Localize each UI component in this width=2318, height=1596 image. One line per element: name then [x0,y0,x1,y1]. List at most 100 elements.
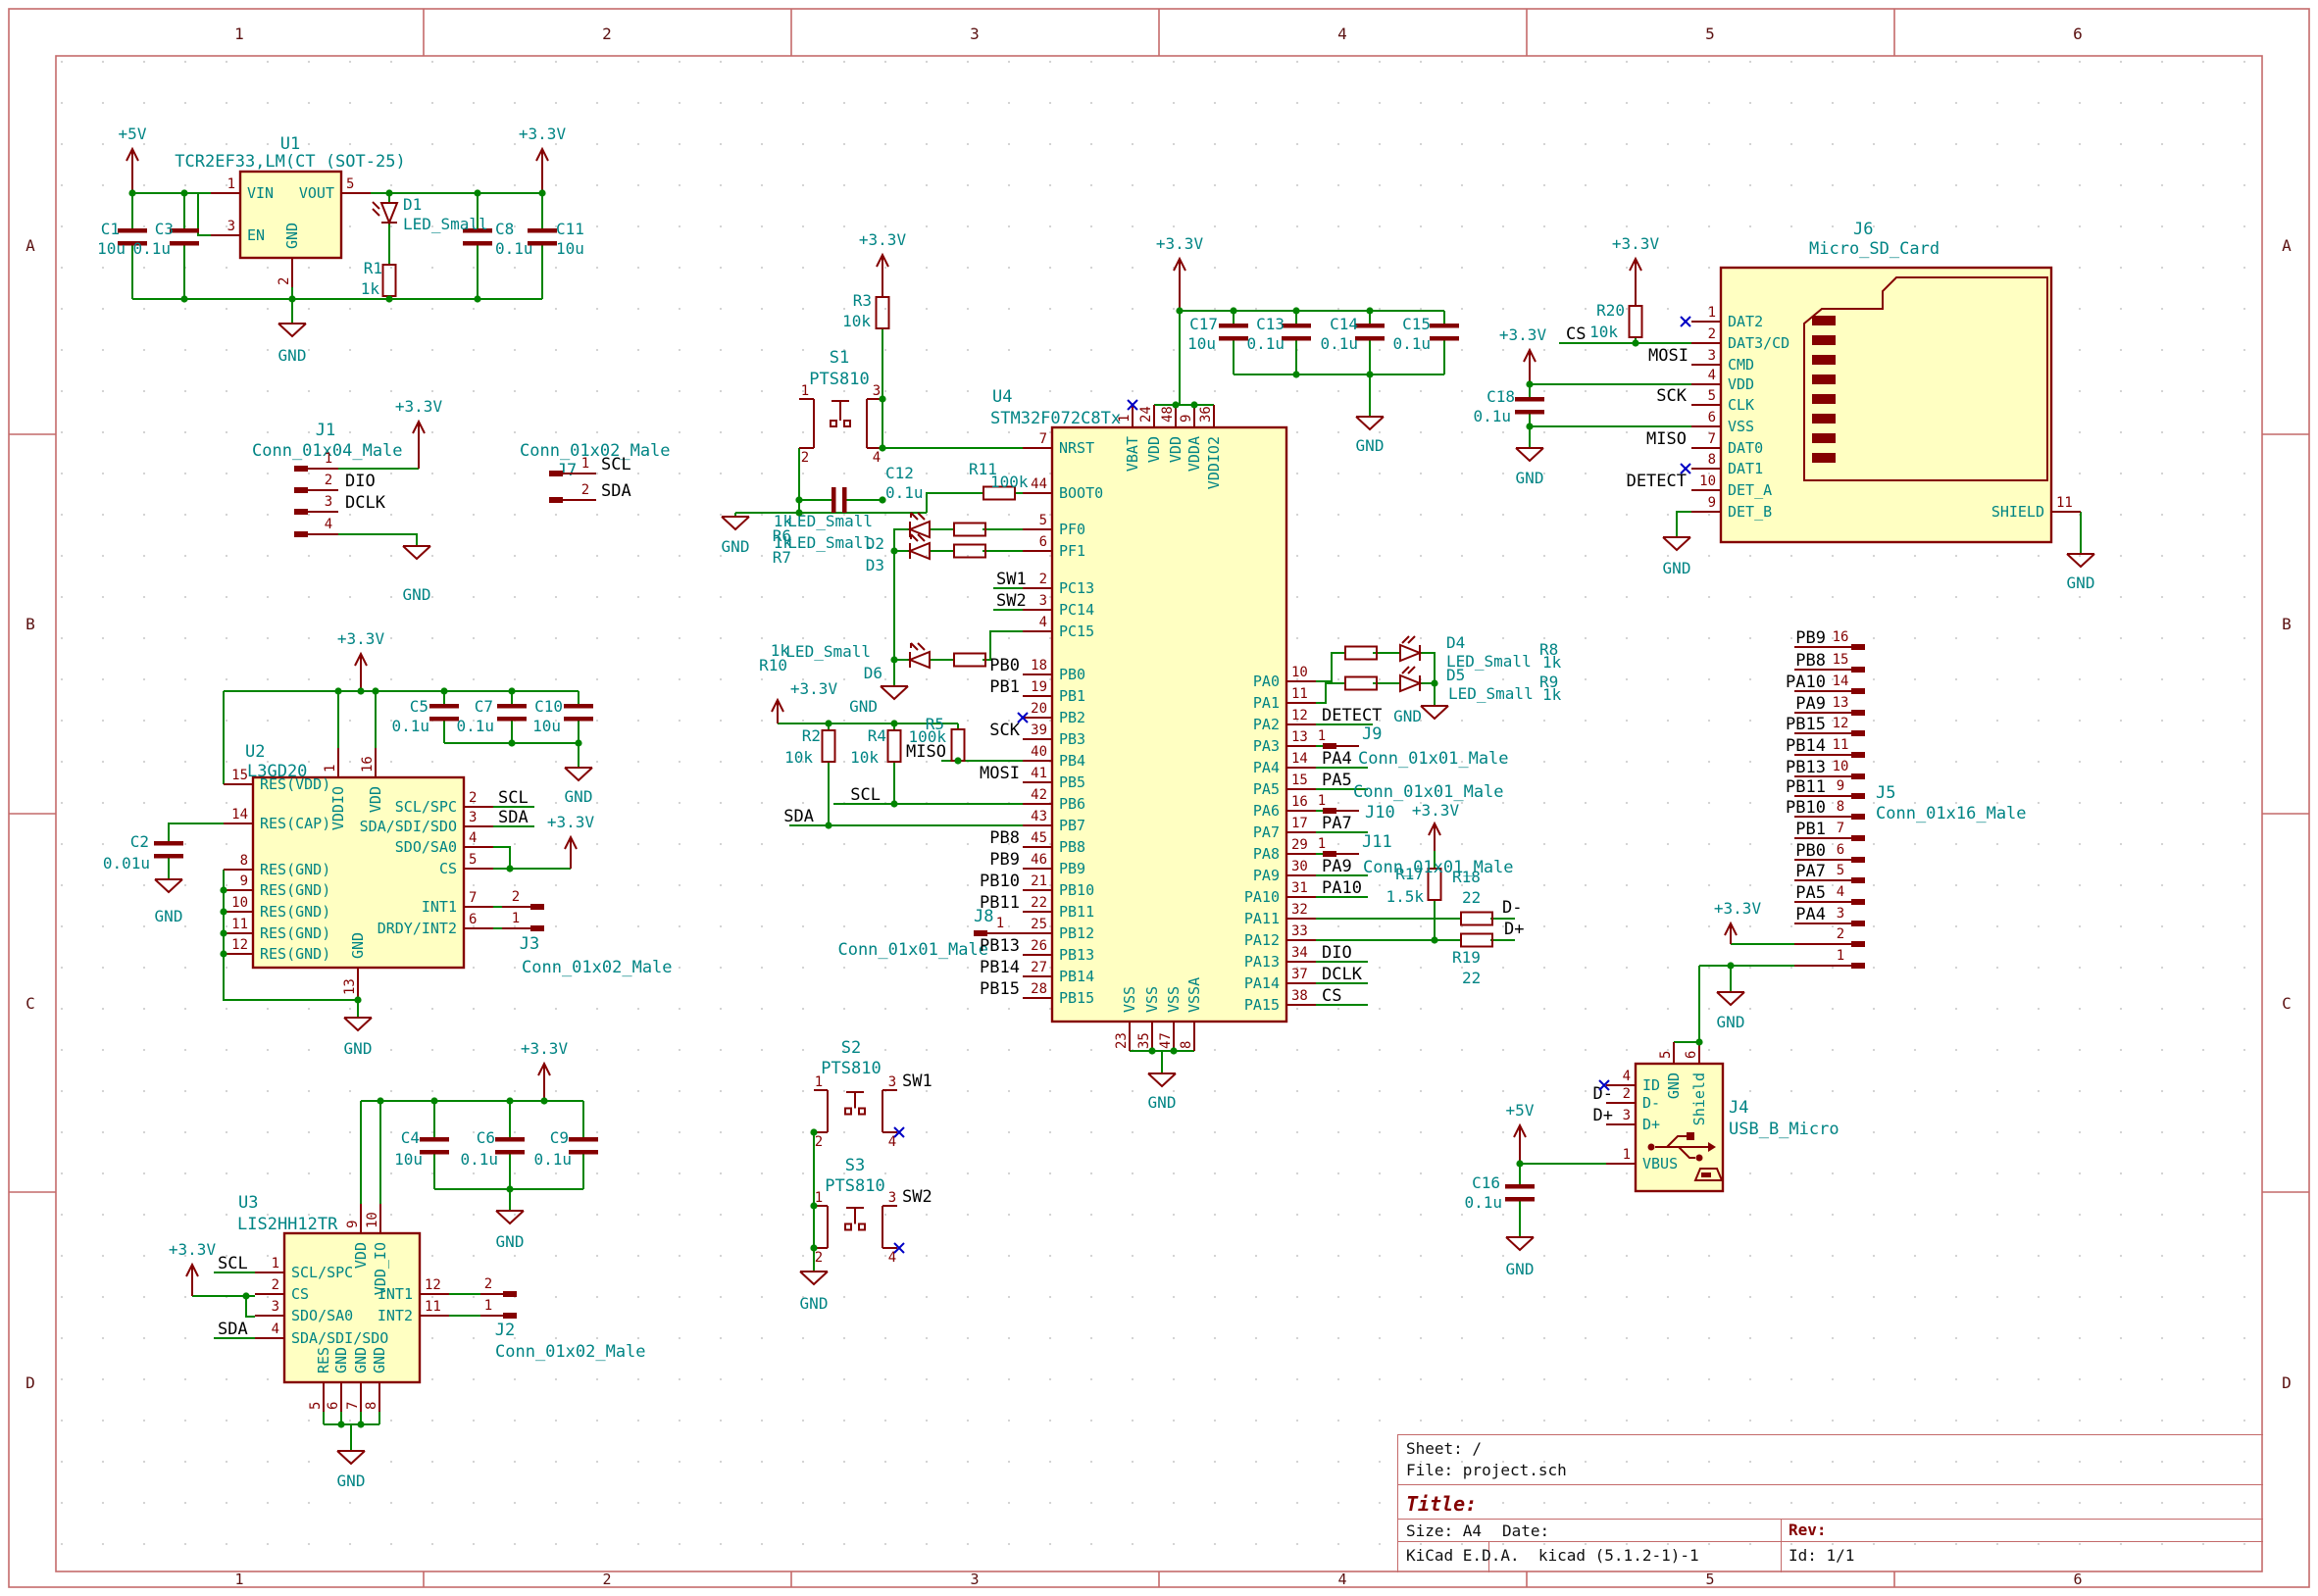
net-label-dclk[interactable]: DCLK [1322,965,1363,984]
net-label-dclk[interactable]: DCLK [345,493,386,513]
power-label: GND [800,1294,829,1313]
pin-name: RES(GND) [260,881,330,899]
value-label: 0.1u [460,1150,498,1169]
pin-number: 5 [1658,1051,1674,1059]
component-J6[interactable]: J6Micro_SD_Card1DAT22DAT3/CD3CMD4VDD5CLK… [1691,220,2081,542]
net-label-mosi[interactable]: MOSI [1648,346,1688,366]
net-label-scl[interactable]: SCL [601,455,631,474]
value-label: LED_Small [403,215,488,233]
junction [288,295,295,302]
pin-name: SCL/SPC [395,798,457,816]
net-label-pb14[interactable]: PB14 [980,958,1020,977]
net-label-scl[interactable]: SCL [498,788,529,808]
pin-number: 6 [1708,410,1716,425]
junction [810,1244,817,1251]
net-label-detect[interactable]: DETECT [1627,472,1687,491]
pin-number: 3 [469,810,477,825]
net-label-pa4[interactable]: PA4 [1795,905,1826,924]
net-label-pa7[interactable]: PA7 [1795,862,1826,881]
component-U2[interactable]: U2L3GD2015RES(VDD)14RES(CAP)8RES(GND)9RE… [224,742,493,997]
pin-name: RES(GND) [260,945,330,963]
net-label-pb11[interactable]: PB11 [1786,777,1826,797]
net-label-pb9[interactable]: PB9 [1795,628,1826,648]
net-label-d+[interactable]: D+ [1504,920,1524,939]
net-label-sck[interactable]: SCK [1656,386,1687,406]
border-col-label: 3 [970,1571,979,1588]
net-label-pb0[interactable]: PB0 [989,656,1020,675]
value-label: 1k [361,279,380,298]
net-label-pb13[interactable]: PB13 [1786,758,1826,777]
net-label-detect[interactable]: DETECT [1322,706,1382,725]
power-label: +3.3V [547,813,595,831]
net-label-pa7[interactable]: PA7 [1322,814,1352,833]
net-label-mosi[interactable]: MOSI [980,764,1020,783]
pin-number: 3 [1708,348,1716,364]
net-label-pb10[interactable]: PB10 [1786,798,1826,818]
net-label-sck[interactable]: SCK [989,721,1020,740]
net-label-sda[interactable]: SDA [601,481,631,501]
power-label: +3.3V [1499,325,1547,344]
pin-name: VSS [1728,418,1754,435]
net-label-sda[interactable]: SDA [218,1320,248,1339]
net-label-sw1[interactable]: SW1 [996,570,1027,589]
net-label-scl[interactable]: SCL [850,785,881,805]
net-label-cs[interactable]: CS [1322,986,1341,1006]
net-label-scl[interactable]: SCL [218,1254,248,1273]
pin-number: 1 [323,765,338,773]
net-label-sw2[interactable]: SW2 [902,1187,932,1207]
net-label-pa5[interactable]: PA5 [1795,883,1826,903]
net-label-pb14[interactable]: PB14 [1786,736,1826,756]
net-label-dio[interactable]: DIO [345,472,376,491]
net-label-pa4[interactable]: PA4 [1322,749,1352,769]
pin-number: 36 [1198,406,1214,423]
pin-name: PA7 [1253,823,1280,841]
net-label-sda[interactable]: SDA [498,808,529,827]
junction [1292,371,1299,377]
pin-pad [294,466,308,472]
pin-number: 1 [272,1256,279,1272]
pin-number: 14 [1833,673,1849,689]
net-label-pb15[interactable]: PB15 [1786,715,1826,734]
net-label-pa10[interactable]: PA10 [1786,673,1826,692]
ref-label: C5 [410,697,428,716]
net-label-dio[interactable]: DIO [1322,943,1352,963]
junction [890,720,897,726]
net-label-pb0[interactable]: PB0 [1795,841,1826,861]
ref-label: D5 [1446,666,1465,684]
net-label-pb8[interactable]: PB8 [989,828,1020,848]
net-label-pa9[interactable]: PA9 [1795,694,1826,714]
border-col-label: 5 [1705,1571,1714,1588]
net-label-d-[interactable]: D- [1502,898,1522,918]
net-label-miso[interactable]: MISO [1646,429,1687,449]
pin-name: CLK [1728,396,1754,414]
net-label-sda[interactable]: SDA [783,807,814,826]
pin-number: 2 [815,1250,823,1266]
power-label: GND [344,1039,373,1058]
junction [575,739,581,746]
net-label-pa10[interactable]: PA10 [1322,878,1362,898]
pin-pad [1851,877,1865,883]
net-label-pb8[interactable]: PB8 [1795,651,1826,671]
pin-pad [1851,963,1865,969]
net-label-pb9[interactable]: PB9 [989,850,1020,870]
pin-number: 9 [240,873,248,889]
net-label-d+[interactable]: D+ [1593,1106,1613,1125]
net-label-cs[interactable]: CS [1566,324,1586,344]
net-label-pb10[interactable]: PB10 [980,872,1020,891]
ref-label: S1 [830,348,849,368]
net-label-pb15[interactable]: PB15 [980,979,1020,999]
pin-number: 17 [1291,816,1308,831]
net-label-pa5[interactable]: PA5 [1322,771,1352,790]
pin-name: INT2 [378,1307,413,1324]
pin-name: GND [349,932,367,959]
net-label-pa9[interactable]: PA9 [1322,857,1352,876]
schematic-canvas[interactable]: 112233445566AABBCCDD +5V+3.3V+3.3V+3.3V+… [0,0,2318,1596]
net-label-pb13[interactable]: PB13 [980,936,1020,956]
pin-name: PB1 [1059,687,1085,705]
net-label-pb1[interactable]: PB1 [989,677,1020,697]
net-label-miso[interactable]: MISO [906,742,946,762]
net-label-pb1[interactable]: PB1 [1795,820,1826,839]
net-label-sw1[interactable]: SW1 [902,1072,932,1091]
net-label-sw2[interactable]: SW2 [996,591,1027,611]
net-label-pb11[interactable]: PB11 [980,893,1020,913]
